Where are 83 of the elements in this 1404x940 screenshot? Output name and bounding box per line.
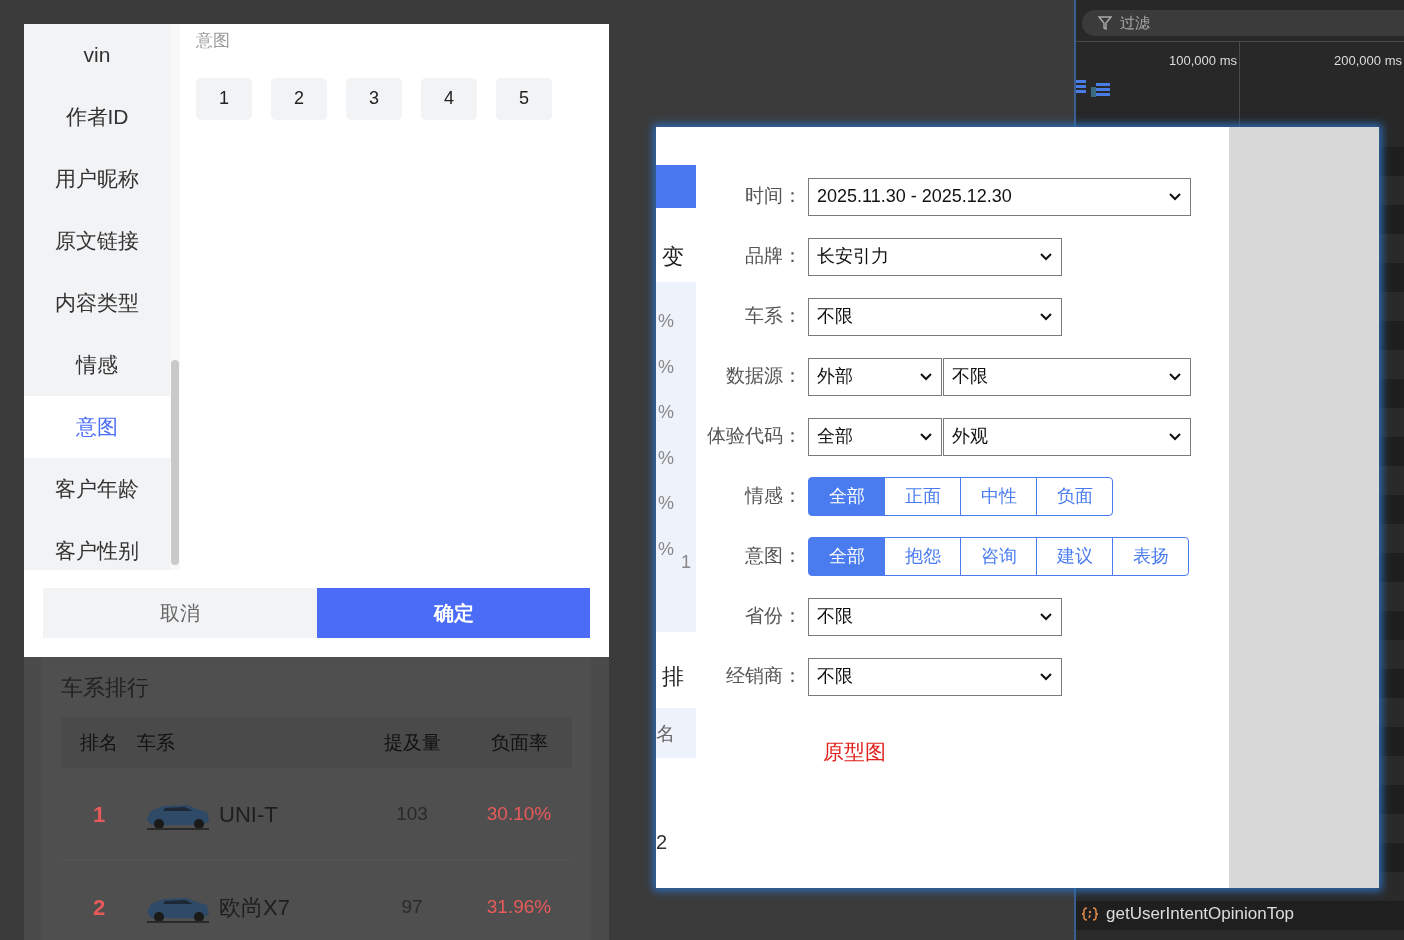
column-header: 负面率 (489, 730, 549, 755)
chevron-icon (919, 371, 933, 382)
field-label: 经销商： (725, 664, 803, 689)
segment-button[interactable]: 全部 (808, 477, 885, 516)
axis-label: % (658, 492, 674, 515)
chevron-icon (1168, 431, 1182, 442)
select-field[interactable]: 全部 (808, 417, 942, 456)
negative-rate: 31.96% (485, 894, 553, 919)
category-item[interactable]: 情感 (24, 334, 170, 396)
select-field[interactable]: 长安引力 (808, 237, 1062, 276)
axis-tick-label: 1 (681, 551, 691, 574)
field-label: 时间： (744, 184, 803, 209)
segment-button[interactable]: 正面 (884, 477, 961, 516)
table-header (656, 708, 696, 758)
segment-button[interactable]: 负面 (1036, 477, 1113, 516)
rank-number: 1 (91, 800, 107, 829)
field-label: 车系： (744, 304, 803, 329)
timeline-tick: 100,000 ms (1169, 53, 1237, 68)
chevron-icon (1039, 611, 1053, 622)
segment-button[interactable]: 咨询 (960, 537, 1037, 576)
chart-title: 变 (662, 243, 684, 271)
confirm-button[interactable]: 确定 (317, 588, 590, 638)
timeline-marker-icon (1076, 80, 1110, 97)
column-header: 名 (656, 722, 675, 746)
chevron-icon (919, 431, 933, 442)
filter-icon (1098, 16, 1112, 30)
segment-button[interactable]: 全部 (808, 537, 885, 576)
select-field[interactable]: 不限 (808, 297, 1062, 336)
option-chip[interactable]: 1 (196, 77, 252, 120)
section-title: 意图 (196, 30, 231, 52)
select-field[interactable]: 外观 (943, 417, 1191, 456)
select-field[interactable]: 不限 (808, 657, 1062, 696)
timeline-tick: 200,000 ms (1334, 53, 1402, 68)
chevron-icon (1168, 191, 1182, 202)
segment-button[interactable]: 建议 (1036, 537, 1113, 576)
option-chip[interactable]: 2 (271, 77, 327, 120)
category-item[interactable]: vin (24, 24, 170, 86)
axis-label: % (658, 446, 674, 470)
axis-label: % (658, 401, 674, 424)
negative-rate: 30.10% (485, 801, 553, 826)
field-label: 数据源： (725, 364, 803, 389)
field-label: 意图： (744, 544, 803, 569)
category-item[interactable]: 客户性别 (24, 520, 170, 570)
rank-number: 2 (656, 830, 668, 855)
header-bar (656, 165, 696, 208)
category-item[interactable]: 原文链接 (24, 210, 170, 272)
segment-button[interactable]: 抱怨 (884, 537, 961, 576)
request-name[interactable]: getUserIntentOpinionTop (1106, 900, 1295, 927)
category-item[interactable]: 用户昵称 (24, 148, 170, 210)
column-header: 排名 (79, 730, 119, 755)
column-header: 提及量 (382, 730, 442, 755)
axis-label: % (658, 537, 674, 561)
select-field[interactable]: 不限 (943, 357, 1191, 396)
select-field[interactable]: 2025.11.30 - 2025.12.30 (808, 177, 1191, 216)
field-label: 省份： (744, 604, 803, 629)
scrollbar[interactable] (170, 24, 180, 570)
field-label: 品牌： (744, 244, 803, 269)
field-label: 情感： (743, 484, 803, 509)
field-label: 体验代码： (706, 424, 803, 449)
chevron-icon (1168, 371, 1182, 382)
axis-label: % (658, 355, 674, 379)
chevron-icon (1039, 251, 1053, 262)
filter-field[interactable]: 过滤 (1082, 10, 1404, 36)
category-item[interactable]: 意图 (24, 396, 170, 458)
segment-button[interactable]: 中性 (960, 477, 1037, 516)
function-icon (1082, 905, 1098, 922)
category-item[interactable]: 客户年龄 (24, 458, 170, 520)
chevron-icon (1039, 311, 1053, 322)
axis-label: % (658, 310, 674, 333)
option-chip[interactable]: 4 (421, 77, 477, 120)
category-item[interactable]: 内容类型 (24, 272, 170, 334)
chevron-icon (1039, 671, 1053, 682)
rank-number: 2 (91, 893, 107, 922)
category-item[interactable]: 作者ID (24, 86, 170, 148)
select-field[interactable]: 外部 (808, 357, 942, 396)
section-title: 排 (662, 663, 684, 691)
option-chip[interactable]: 3 (346, 77, 402, 120)
cancel-button[interactable]: 取消 (43, 588, 317, 638)
select-field[interactable]: 不限 (808, 597, 1062, 636)
option-chip[interactable]: 5 (496, 77, 552, 120)
column-header: 车系 (137, 730, 176, 755)
prototype-label: 原型图 (823, 739, 886, 765)
segment-button[interactable]: 表扬 (1112, 537, 1189, 576)
